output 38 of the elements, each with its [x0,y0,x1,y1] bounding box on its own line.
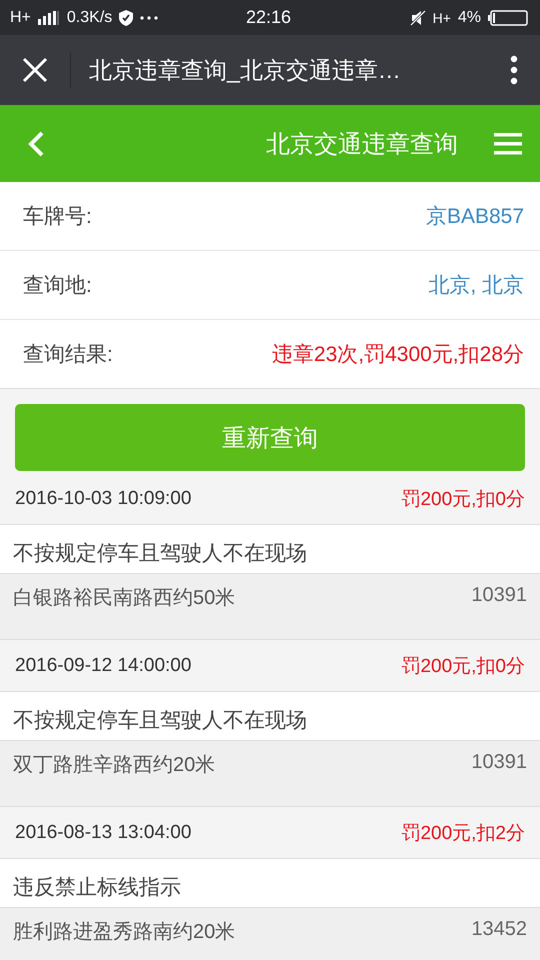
network-speed: 0.3K/s [66,8,112,26]
violation-code: 10391 [471,751,527,775]
violation-time: 2016-09-12 14:00:00 [15,654,192,676]
violation-location: 白银路裕民南路西约50米 [13,586,236,611]
page-title: 北京违章查询_北京交通违章… [89,56,402,84]
violation-description: 违反禁止标线指示 [13,875,181,901]
shield-icon [119,10,134,26]
more-icon [140,16,158,20]
violation-time: 2016-10-03 10:09:00 [15,488,192,510]
violation-location: 双丁路胜辛路西约20米 [13,753,216,778]
menu-icon[interactable] [494,132,522,154]
back-icon[interactable] [28,130,44,156]
field-value: 京BAB857 [426,204,524,230]
signal-icon [38,10,60,24]
penalty-text: 罚200元,扣0分 [401,654,525,678]
violation-code: 13452 [471,918,527,942]
battery-percent: 4% [458,8,481,26]
clock: 22:16 [246,7,292,28]
penalty-text: 罚200元,扣2分 [401,822,525,846]
network-type: H+ [432,10,451,26]
violation-code: 10391 [471,584,527,608]
field-label: 查询地: [23,273,92,299]
field-label: 车牌号: [23,204,92,230]
penalty-text: 罚200元,扣0分 [401,488,525,512]
violation-description: 不按规定停车且驾驶人不在现场 [13,708,307,734]
close-icon[interactable] [22,57,48,83]
more-menu-icon[interactable] [510,55,518,85]
violation-location: 胜利路进盈秀路南约20米 [13,920,236,945]
header-title: 北京交通违章查询 [266,130,458,160]
violation-description: 不按规定停车且驾驶人不在现场 [13,541,307,567]
field-value: 北京, 北京 [428,273,524,299]
battery-icon [488,10,528,26]
violation-time: 2016-08-13 13:04:00 [15,822,192,844]
requery-button[interactable]: 重新查询 [15,404,525,471]
field-value: 违章23次,罚4300元,扣28分 [272,342,524,368]
mute-icon [410,10,426,26]
network-type: H+ [10,8,31,26]
field-label: 查询结果: [23,342,113,368]
